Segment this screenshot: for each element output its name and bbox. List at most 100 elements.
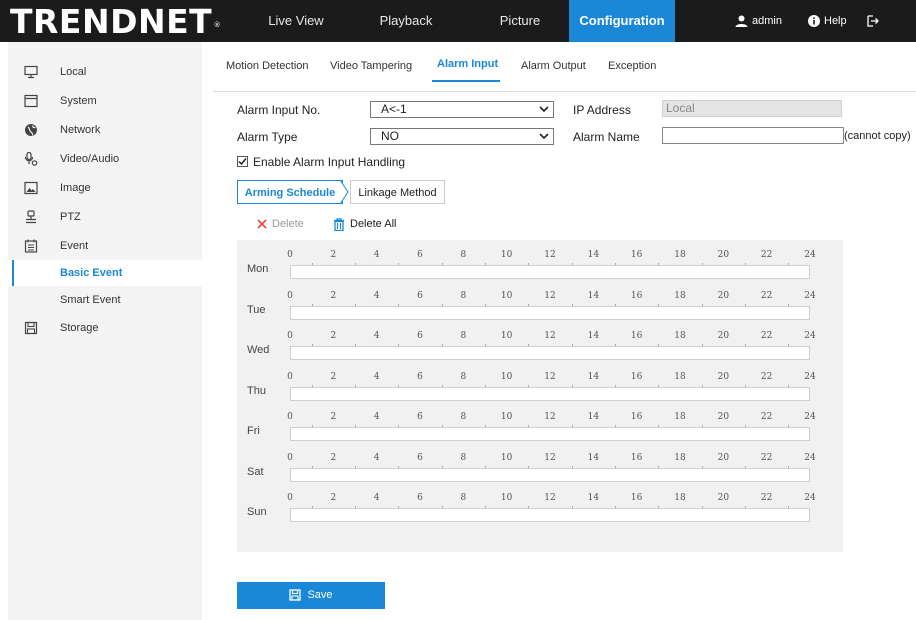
hour-tick-label: 12 xyxy=(544,412,556,422)
sidebar-item-event[interactable]: Event xyxy=(8,233,202,259)
hour-tick-label: 16 xyxy=(630,290,643,301)
chevron-down-icon xyxy=(539,106,549,113)
schedule-row: Mon 0 2 4 6 8 10 12 14 16 18 20 22 24 xyxy=(237,246,843,286)
hour-tick-label: 12 xyxy=(544,331,556,341)
sidebar-item-label: Smart Event xyxy=(60,294,121,306)
hour-tick-label: 6 xyxy=(417,250,423,260)
ip-address-label: IP Address xyxy=(573,103,631,117)
tab-alarm-input[interactable]: Alarm Input xyxy=(437,58,498,76)
schedule-track[interactable] xyxy=(290,508,810,522)
sidebar-item-local[interactable]: Local xyxy=(8,59,202,85)
enable-alarm-checkbox[interactable] xyxy=(237,156,248,167)
hour-tick-label: 0 xyxy=(287,493,293,503)
sidebar-item-video-audio[interactable]: Video/Audio xyxy=(8,146,202,172)
arming-schedule-grid: Mon 0 2 4 6 8 10 12 14 16 18 20 22 24 Tue 0 2 4 6 8 10 12 14 16… xyxy=(237,240,843,552)
nav-live-view[interactable]: Live View xyxy=(256,0,336,42)
tab-motion-detection[interactable]: Motion Detection xyxy=(226,60,309,78)
user-menu[interactable]: admin xyxy=(735,0,782,42)
hour-tick-label: 10 xyxy=(500,452,513,463)
floppy-icon xyxy=(24,321,38,335)
hour-tick-label: 6 xyxy=(417,452,423,463)
tab-exception[interactable]: Exception xyxy=(608,60,656,78)
alarm-input-no-select[interactable]: A<-1 xyxy=(370,101,554,118)
schedule-row: Thu 0 2 4 6 8 10 12 14 16 18 20 22 24 xyxy=(237,368,843,408)
hour-tick-label: 18 xyxy=(674,452,686,463)
delete-all-button[interactable]: Delete All xyxy=(333,216,396,232)
sidebar-item-system[interactable]: System xyxy=(8,88,202,114)
hour-tick-label: 2 xyxy=(330,412,337,422)
hour-tick-label: 2 xyxy=(330,250,337,260)
sidebar-item-label: Video/Audio xyxy=(60,153,120,165)
sidebar-item-network[interactable]: Network xyxy=(8,117,202,143)
sidebar: Local System Network Video/Audio Image P… xyxy=(8,42,202,620)
hour-tick-label: 4 xyxy=(373,412,380,422)
help-label: Help xyxy=(824,15,847,27)
hour-tick-label: 0 xyxy=(287,452,293,463)
hour-tick-label: 10 xyxy=(500,250,513,260)
sidebar-item-image[interactable]: Image xyxy=(8,175,202,201)
floppy-icon xyxy=(289,589,302,601)
sidebar-item-label: Local xyxy=(60,66,87,78)
nav-picture[interactable]: Picture xyxy=(480,0,560,42)
hour-tick-label: 6 xyxy=(417,331,423,341)
hour-tick-label: 22 xyxy=(760,250,773,260)
hour-tick-label: 0 xyxy=(287,250,293,260)
hour-tick-label: 12 xyxy=(544,290,556,301)
hour-tick-label: 24 xyxy=(804,493,816,503)
sidebar-item-smart-event[interactable]: Smart Event xyxy=(8,287,202,313)
alarm-type-value: NO xyxy=(381,129,399,143)
hour-tick-label: 22 xyxy=(760,371,773,382)
schedule-row: Fri 0 2 4 6 8 10 12 14 16 18 20 22 24 xyxy=(237,408,843,448)
hour-tick-label: 20 xyxy=(717,412,730,422)
info-icon xyxy=(808,15,820,28)
hour-tick-label: 8 xyxy=(460,331,467,341)
hour-tick-label: 18 xyxy=(674,371,686,382)
hour-tick-label: 4 xyxy=(373,250,380,260)
day-label: Mon xyxy=(247,263,269,275)
schedule-track[interactable] xyxy=(290,346,810,360)
day-label: Sun xyxy=(247,506,267,518)
help-link[interactable]: Help xyxy=(808,0,847,42)
sidebar-item-ptz[interactable]: PTZ xyxy=(8,204,202,230)
hour-tick-label: 0 xyxy=(287,290,293,301)
tab-video-tampering[interactable]: Video Tampering xyxy=(330,60,412,78)
schedule-track[interactable] xyxy=(290,305,810,320)
tab-linkage-method[interactable]: Linkage Method xyxy=(350,180,445,204)
hour-tick-label: 18 xyxy=(674,412,686,422)
nav-configuration[interactable]: Configuration xyxy=(569,0,675,42)
hour-tick-label: 14 xyxy=(587,493,600,503)
hour-tick-label: 12 xyxy=(544,452,556,463)
schedule-track[interactable] xyxy=(290,467,810,482)
hour-tick-label: 12 xyxy=(544,493,556,503)
sidebar-item-storage[interactable]: Storage xyxy=(8,315,202,341)
day-label: Tue xyxy=(247,303,266,316)
alarm-type-select[interactable]: NO xyxy=(370,128,554,145)
hour-tick-label: 16 xyxy=(630,452,643,463)
nav-playback[interactable]: Playback xyxy=(366,0,446,42)
schedule-row: Wed 0 2 4 6 8 10 12 14 16 18 20 22 24 xyxy=(237,327,843,367)
hour-tick-label: 4 xyxy=(373,371,380,382)
delete-button[interactable]: Delete xyxy=(257,216,304,232)
hour-tick-label: 10 xyxy=(500,290,513,301)
active-tab-underline xyxy=(432,80,500,82)
hour-tick-label: 16 xyxy=(630,331,643,341)
hour-tick-label: 8 xyxy=(460,412,467,422)
hour-tick-label: 18 xyxy=(674,290,686,301)
sidebar-item-label: System xyxy=(60,95,97,107)
hour-tick-label: 14 xyxy=(587,290,600,301)
schedule-track[interactable] xyxy=(290,386,810,401)
logout-link[interactable]: Logout xyxy=(867,0,916,69)
save-button[interactable]: Save xyxy=(237,582,385,609)
day-label: Wed xyxy=(247,344,270,356)
tab-arming-schedule[interactable]: Arming Schedule xyxy=(237,180,343,204)
tab-alarm-output[interactable]: Alarm Output xyxy=(521,60,586,78)
sidebar-item-basic-event[interactable]: Basic Event xyxy=(8,260,202,286)
top-bar: TRENDNET ® Live View Playback Picture Con… xyxy=(0,0,916,69)
day-label: Sat xyxy=(247,465,264,478)
schedule-track[interactable] xyxy=(290,427,810,441)
hour-tick-label: 16 xyxy=(630,493,643,503)
alarm-name-input[interactable] xyxy=(662,127,844,144)
cannot-copy-note: (cannot copy) xyxy=(844,130,911,142)
hour-tick-label: 6 xyxy=(417,371,423,382)
schedule-track[interactable] xyxy=(290,265,810,279)
